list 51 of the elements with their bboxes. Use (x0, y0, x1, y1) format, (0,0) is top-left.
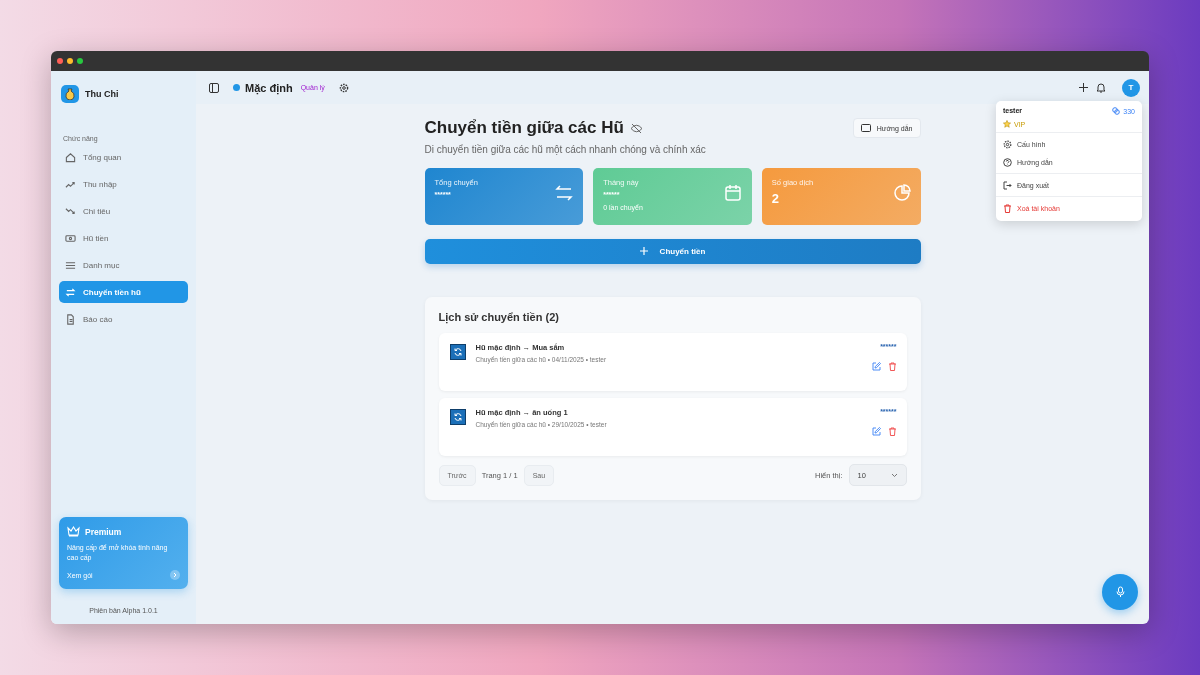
trend-down-icon (65, 205, 76, 217)
trash-icon[interactable] (887, 427, 897, 436)
refresh-icon (449, 344, 466, 360)
trash-icon[interactable] (887, 362, 897, 371)
premium-title: Premium (85, 526, 122, 537)
page-subtitle: Di chuyển tiền giữa các hũ một cách nhanh chóng và chính xác (424, 144, 706, 155)
banknote-icon (65, 232, 76, 244)
plus-icon (639, 247, 648, 255)
transfer-button[interactable]: Chuyển tiền (424, 239, 921, 264)
app-name: Thu Chi (85, 89, 119, 99)
home-icon (65, 151, 76, 163)
maximize-dot-icon[interactable] (77, 58, 83, 64)
stat-value: 2 (771, 191, 781, 206)
refresh-icon (449, 409, 466, 425)
avatar[interactable]: T (1122, 78, 1140, 97)
help-icon (1003, 157, 1012, 167)
settings-icon (1003, 139, 1012, 149)
sidebar-item[interactable]: Hũ tiền (59, 227, 188, 249)
sidebar-item[interactable]: Danh mục (59, 254, 188, 276)
settings-icon[interactable] (338, 82, 349, 93)
calendar-icon (723, 184, 742, 202)
trash-icon (1003, 203, 1012, 213)
sidebar-item[interactable]: Thu nhập (59, 173, 188, 195)
document-icon (65, 313, 76, 325)
pie-chart-icon (892, 184, 911, 202)
app-logo-icon (61, 85, 79, 103)
close-dot-icon[interactable] (57, 58, 63, 64)
sidebar-item[interactable]: Chi tiêu (59, 200, 188, 222)
history-title: Lịch sử chuyển tiền (2) (438, 311, 560, 323)
sidebar-item[interactable]: Tổng quan (59, 146, 188, 168)
swap-arrows-icon (555, 184, 574, 202)
list-icon (65, 259, 76, 271)
edit-icon[interactable] (871, 427, 881, 436)
sidebar-toggle-icon[interactable] (209, 82, 219, 93)
bell-icon[interactable] (1096, 82, 1106, 93)
add-icon[interactable] (1079, 83, 1088, 92)
page-title: Chuyển tiền giữa các Hũ (424, 118, 624, 138)
book-icon (860, 124, 871, 132)
chevron-down-icon (890, 472, 898, 478)
jar-name[interactable]: Mặc định (245, 81, 293, 94)
swap-arrows-icon (65, 286, 76, 298)
logout-icon (1003, 180, 1012, 190)
edit-icon[interactable] (871, 362, 881, 371)
microphone-button[interactable] (1102, 574, 1138, 610)
sidebar-item[interactable]: Chuyển tiền hũ (59, 281, 188, 303)
crown-icon (67, 526, 80, 538)
eye-off-icon[interactable] (629, 122, 643, 134)
minimize-dot-icon[interactable] (67, 58, 73, 64)
sidebar-item[interactable]: Báo cáo (59, 308, 188, 330)
microphone-icon (1115, 586, 1125, 598)
status-dot-icon (233, 84, 240, 91)
